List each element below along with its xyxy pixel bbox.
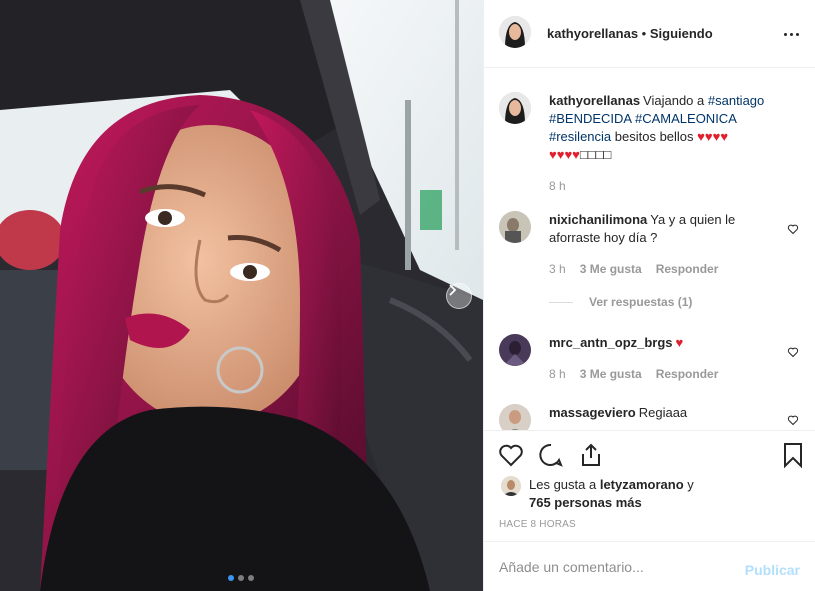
replies-divider [549,301,573,303]
heart-emojis: ♥♥♥♥ [697,129,729,144]
comment-text: massageviero Regiaaa [549,404,774,422]
post-actions [484,430,815,480]
comment-time[interactable]: 8 h [549,367,566,381]
comment-username[interactable]: mrc_antn_opz_brgs [549,335,673,350]
likes-conj: y [687,477,694,492]
reply-button[interactable]: Responder [656,262,719,276]
carousel-dot [248,575,254,581]
post-header: kathyorellanas • Siguiendo [484,0,815,68]
hashtag-link[interactable]: #resilencia [549,129,611,144]
comment-avatar[interactable] [499,211,531,243]
caption-meta: 8 h [549,179,566,193]
caption-text: kathyorellanas Viajando a #santiago #BEND… [549,92,774,164]
comment-text: mrc_antn_opz_brgs ♥ [549,334,774,352]
comment-item: mrc_antn_opz_brgs ♥ 8 h 3 Me gusta Respon… [499,334,799,394]
comment-text: nixichanilimona Ya y a quien le aforraste… [549,211,774,247]
comment-meta: 3 h 3 Me gusta Responder [549,262,718,276]
hashtag-link[interactable]: #CAMALEONICA [635,111,736,126]
likes-prefix: Les gusta a [529,477,597,492]
chevron-right-icon [449,284,457,296]
likes-text: Les gusta a letyzamorano y 765 personas … [529,476,694,512]
publish-button[interactable]: Publicar [745,562,800,578]
following-button[interactable]: Siguiendo [650,26,713,41]
liker-username[interactable]: letyzamorano [600,477,684,492]
heart-emojis: ♥♥♥♥ [549,147,580,162]
add-comment-bar: Publicar [484,541,815,591]
heart-outline-icon[interactable] [787,223,799,235]
liker-avatar[interactable] [501,476,521,496]
emoji-tail: □□□□ [579,147,612,162]
likes-summary: Les gusta a letyzamorano y 765 personas … [499,474,799,514]
caption: kathyorellanas Viajando a #santiago #BEND… [499,92,799,202]
carousel-dot-active [228,575,234,581]
comment-likes[interactable]: 3 Me gusta [580,367,642,381]
comment-username[interactable]: massageviero [549,405,636,420]
carousel-dot [238,575,244,581]
header-separator: • [641,26,647,41]
comment-item: massageviero Regiaaa [499,404,799,430]
selfie-image [0,0,483,591]
view-replies-label: Ver respuestas (1) [589,295,693,309]
hashtag-link[interactable]: #santiago [708,93,764,108]
comment-body: Regiaaa [638,405,688,420]
hashtag-link[interactable]: #BENDECIDA [549,111,631,126]
comment-avatar[interactable] [499,404,531,430]
comment-time[interactable]: 3 h [549,262,566,276]
comment-bubble-icon[interactable] [537,441,565,469]
comment-item: nixichanilimona Ya y a quien le aforraste… [499,211,799,311]
bookmark-icon[interactable] [779,441,807,469]
post-side-panel: kathyorellanas • Siguiendo kathyorellana… [483,0,815,591]
like-heart-icon[interactable] [497,441,525,469]
caption-body: Viajando a [643,93,708,108]
share-icon[interactable] [577,441,605,469]
post-header-title: kathyorellanas • Siguiendo [547,26,713,41]
comments-list[interactable]: kathyorellanas Viajando a #santiago #BEND… [484,69,815,430]
more-options-icon[interactable] [781,24,801,44]
view-replies-button[interactable]: Ver respuestas (1) [549,295,692,309]
heart-emoji: ♥ [675,335,684,350]
heart-outline-icon[interactable] [787,414,799,426]
heart-outline-icon[interactable] [787,346,799,358]
comment-input[interactable] [499,556,739,578]
caption-username[interactable]: kathyorellanas [549,93,640,108]
post-timestamp[interactable]: HACE 8 HORAS [499,519,576,530]
author-avatar[interactable] [499,16,531,48]
comment-username[interactable]: nixichanilimona [549,212,647,227]
caption-time[interactable]: 8 h [549,179,566,193]
caption-avatar[interactable] [499,92,531,124]
author-username[interactable]: kathyorellanas [547,26,638,41]
comment-likes[interactable]: 3 Me gusta [580,262,642,276]
comment-meta: 8 h 3 Me gusta Responder [549,367,718,381]
post-photo[interactable] [0,0,483,591]
carousel-dots [228,575,254,581]
likes-others-button[interactable]: 765 personas más [529,495,642,510]
comment-avatar[interactable] [499,334,531,366]
next-slide-button[interactable] [446,283,472,309]
caption-body-end: besitos bellos [611,129,698,144]
reply-button[interactable]: Responder [656,367,719,381]
